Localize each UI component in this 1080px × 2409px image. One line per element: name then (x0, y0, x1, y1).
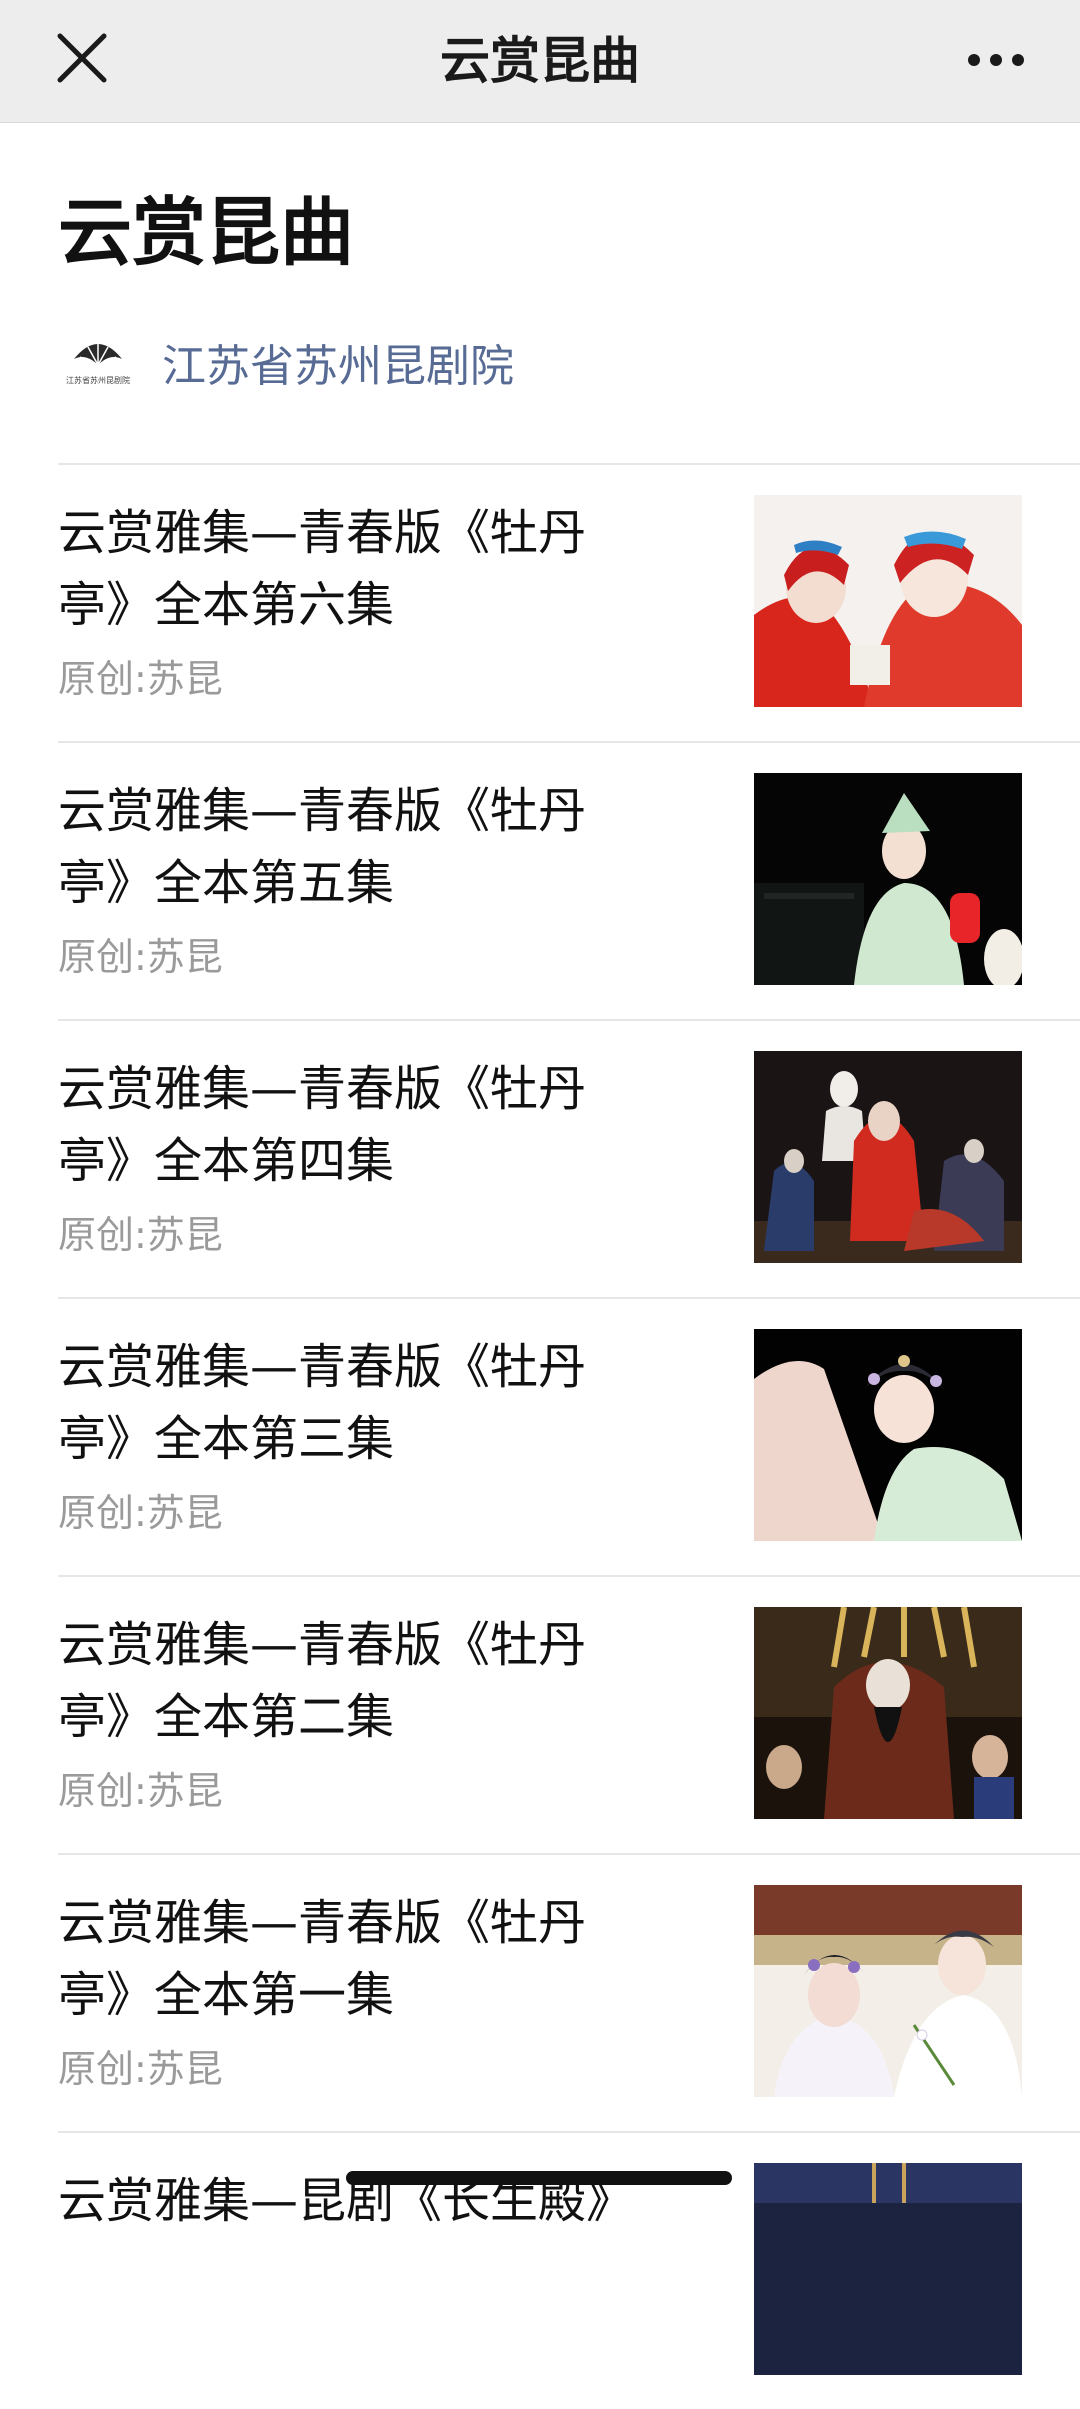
list-item[interactable]: 云赏雅集—青春版《牡丹亭》全本第六集 原创:苏昆 (58, 463, 1080, 741)
home-indicator[interactable] (346, 2171, 732, 2185)
thumbnail-image (754, 495, 1022, 707)
fan-logo-icon: 江苏省苏州昆剧院 (58, 335, 138, 389)
list-item[interactable]: 云赏雅集—青春版《牡丹亭》全本第一集 原创:苏昆 (58, 1853, 1080, 2131)
thumbnail-image (754, 1329, 1022, 1541)
item-title: 云赏雅集—青春版《牡丹亭》全本第二集 (58, 1617, 587, 1745)
item-title: 云赏雅集—青春版《牡丹亭》全本第六集 (58, 505, 587, 633)
item-title: 云赏雅集—青春版《牡丹亭》全本第三集 (58, 1339, 587, 1467)
item-source: 原创:苏昆 (58, 1213, 223, 1257)
thumbnail-image (754, 1607, 1022, 1819)
item-source: 原创:苏昆 (58, 1491, 223, 1535)
thumbnail-image (754, 2163, 1022, 2375)
item-source: 原创:苏昆 (58, 1769, 223, 1813)
thumbnail-image (754, 1051, 1022, 1263)
thumbnail-image (754, 773, 1022, 985)
list-item[interactable]: 云赏雅集—青春版《牡丹亭》全本第三集 原创:苏昆 (58, 1297, 1080, 1575)
item-source: 原创:苏昆 (58, 2047, 223, 2091)
nav-title: 云赏昆曲 (440, 32, 640, 90)
album-title: 云赏昆曲 (58, 190, 354, 276)
navigation-bar: 云赏昆曲 (0, 0, 1080, 123)
list-item[interactable]: 云赏雅集—青春版《牡丹亭》全本第四集 原创:苏昆 (58, 1019, 1080, 1297)
list-item[interactable]: 云赏雅集—青春版《牡丹亭》全本第五集 原创:苏昆 (58, 741, 1080, 1019)
list-item[interactable]: 云赏雅集—青春版《牡丹亭》全本第二集 原创:苏昆 (58, 1575, 1080, 1853)
item-source: 原创:苏昆 (58, 935, 223, 979)
item-title: 云赏雅集—青春版《牡丹亭》全本第一集 (58, 1895, 587, 2023)
article-list: 云赏雅集—青春版《牡丹亭》全本第六集 原创:苏昆 云赏雅集—青春版《牡丹亭》全本… (58, 463, 1080, 2409)
svg-text:江苏省苏州昆剧院: 江苏省苏州昆剧院 (66, 375, 130, 385)
item-title: 云赏雅集—青春版《牡丹亭》全本第五集 (58, 783, 587, 911)
thumbnail-image (754, 1885, 1022, 2097)
account-link[interactable]: 江苏省苏州昆剧院 江苏省苏州昆剧院 (58, 330, 514, 394)
account-name: 江苏省苏州昆剧院 (162, 341, 514, 392)
item-title: 云赏雅集—青春版《牡丹亭》全本第四集 (58, 1061, 587, 1189)
more-dots-icon[interactable] (960, 30, 1040, 90)
item-source: 原创:苏昆 (58, 657, 223, 701)
